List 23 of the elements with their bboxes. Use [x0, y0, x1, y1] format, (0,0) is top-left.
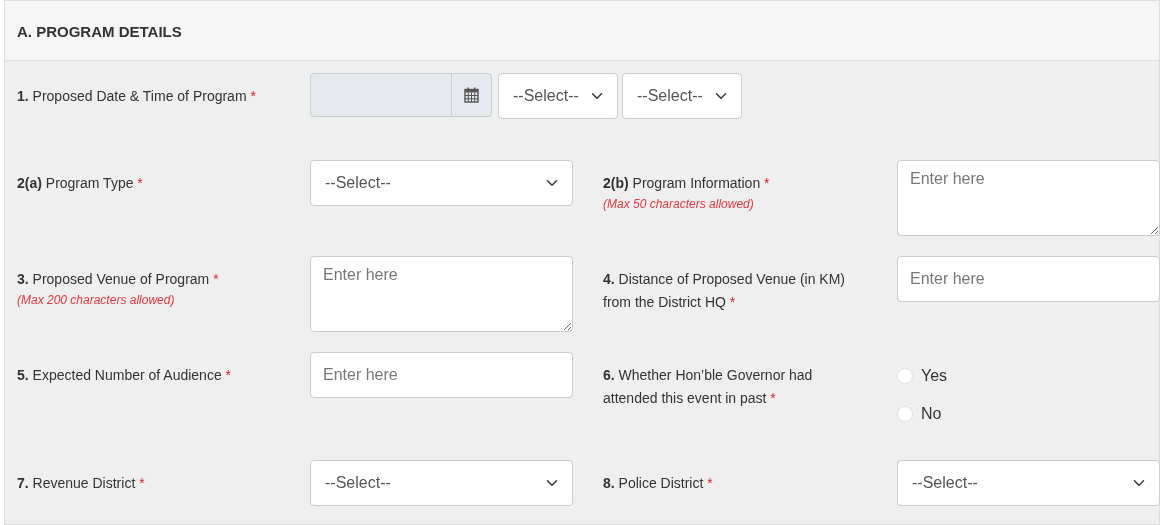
- text-area[interactable]: Enter here: [897, 160, 1160, 236]
- field-label: 1. Proposed Date & Time of Program *: [17, 88, 256, 104]
- select-dropdown[interactable]: --Select--: [310, 460, 573, 506]
- input-field[interactable]: Enter here: [897, 256, 1160, 302]
- field-label: 7. Revenue District *: [17, 475, 145, 491]
- radio-label[interactable]: Yes: [921, 364, 948, 388]
- select-dropdown[interactable]: --Select--: [310, 160, 573, 206]
- field-note: (Max 50 characters allowed): [603, 196, 755, 214]
- field-label: 8. Police District *: [603, 475, 713, 491]
- radio-button[interactable]: [897, 406, 913, 422]
- field-label: 6. Whether Hon’ble Governor had attended this event in past *: [603, 367, 813, 407]
- field-label: 2(b) Program Information *: [603, 175, 770, 191]
- input-field[interactable]: Enter here: [310, 352, 573, 398]
- field-label: 2(a) Program Type *: [17, 175, 143, 191]
- select-dropdown[interactable]: --Select--: [897, 460, 1160, 506]
- field-label: 5. Expected Number of Audience *: [17, 367, 232, 383]
- radio-label[interactable]: No: [921, 402, 942, 426]
- field-note: (Max 200 characters allowed): [17, 292, 176, 310]
- text-area[interactable]: Enter here: [310, 256, 573, 332]
- field-label: 4. Distance of Proposed Venue (in KM) from the District HQ *: [603, 271, 846, 311]
- section-title: A. PROGRAM DETAILS: [17, 23, 182, 40]
- radio-button[interactable]: [897, 368, 913, 384]
- field-label: 3. Proposed Venue of Program *: [17, 271, 219, 287]
